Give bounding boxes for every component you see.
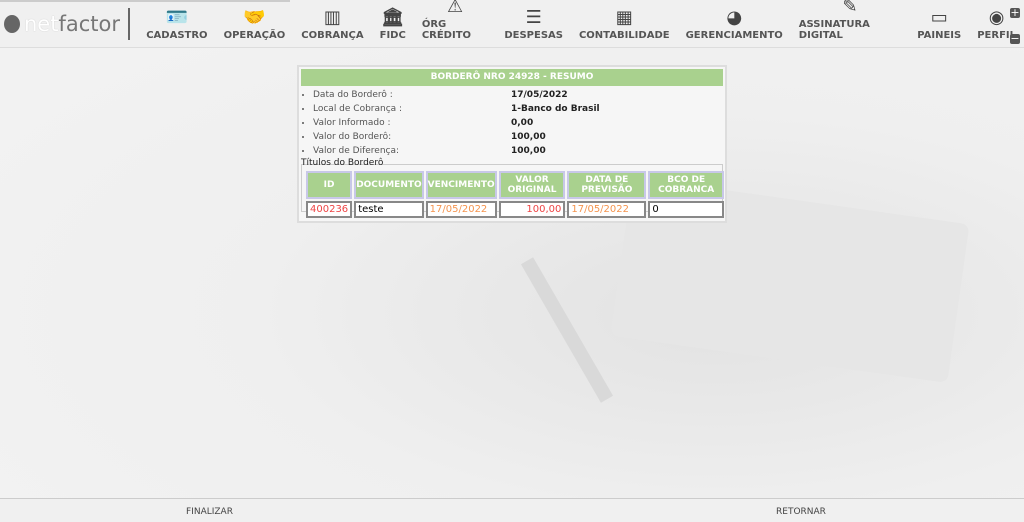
- column-header: DOCUMENTO: [354, 171, 424, 199]
- top-navbar: net factor 🪪 CADASTRO 🤝 OPERAÇÃO ▥ COBRANÇA 🏛 FI…: [0, 0, 1024, 48]
- summary-field: Valor do Borderô:100,00: [313, 130, 725, 144]
- bank-icon: 🏛: [381, 6, 405, 28]
- column-header: ID: [306, 171, 353, 199]
- nav-fidc[interactable]: 🏛 FIDC: [372, 6, 414, 48]
- column-header: VALOR ORIGINAL: [498, 171, 566, 199]
- nav-assinatura-digital[interactable]: ✎ ASSINATURA DIGITAL: [791, 0, 909, 48]
- table-row: 400236 teste 17/05/2022 100,00 17/05/2022 0: [306, 201, 724, 218]
- panel-title: BORDERÔ NRO 24928 - RESUMO: [301, 69, 723, 86]
- finalize-button[interactable]: FINALIZAR: [186, 507, 233, 517]
- section-label: Títulos do Borderô: [301, 158, 384, 168]
- titles-fieldset: ID DOCUMENTO VENCIMENTO VALOR ORIGINAL DATA …: [301, 164, 724, 218]
- summary-fields: Data do Borderô :17/05/2022Local de Cobr…: [299, 88, 725, 158]
- list-icon: ☰: [525, 6, 542, 28]
- zoom-in-icon[interactable]: +: [1010, 7, 1020, 18]
- table-cell-input[interactable]: 100,00: [498, 201, 566, 218]
- nav-despesas[interactable]: ☰ DESPESAS: [496, 6, 571, 48]
- barcode-icon: ▥: [323, 6, 341, 28]
- column-header: DATA DE PREVISÃO: [567, 171, 647, 199]
- nav-opera-o[interactable]: 🤝 OPERAÇÃO: [216, 6, 294, 48]
- return-button[interactable]: RETORNAR: [776, 507, 826, 517]
- table-cell-input[interactable]: teste: [354, 201, 424, 218]
- nav-gerenciamento[interactable]: ◕ GERENCIAMENTO: [678, 6, 791, 48]
- table-cell-input[interactable]: 17/05/2022: [567, 201, 647, 218]
- bordero-summary-panel: BORDERÔ NRO 24928 - RESUMO Data do Borde…: [297, 65, 727, 223]
- summary-field: Local de Cobrança :1-Banco do Brasil: [313, 102, 725, 116]
- footer-bar: FINALIZAR RETORNAR: [0, 498, 1024, 522]
- column-header: BCO DE COBRANCA: [648, 171, 724, 199]
- table-cell-input[interactable]: 17/05/2022: [425, 201, 497, 218]
- nav-cadastro[interactable]: 🪪 CADASTRO: [138, 6, 215, 48]
- divider: [128, 7, 131, 40]
- user-circle-icon: ◉: [988, 6, 1005, 28]
- netfactor-logo[interactable]: net factor: [0, 12, 126, 36]
- nav-cobran-a[interactable]: ▥ COBRANÇA: [293, 6, 371, 48]
- summary-field: Valor Informado :0,00: [313, 116, 725, 130]
- edit-icon: ✎: [842, 0, 858, 17]
- titles-table: ID DOCUMENTO VENCIMENTO VALOR ORIGINAL DATA …: [304, 169, 726, 220]
- nav--rg-cr-dito[interactable]: ⚠ ÓRG CRÉDITO: [414, 0, 497, 48]
- warning-icon: ⚠: [447, 0, 464, 17]
- zoom-out-icon[interactable]: −: [1010, 33, 1020, 44]
- column-header: VENCIMENTO: [425, 171, 497, 199]
- summary-field: Data do Borderô :17/05/2022: [313, 88, 725, 102]
- monitor-icon: ▭: [930, 6, 948, 28]
- calculator-icon: ▦: [615, 6, 633, 28]
- id-card-icon: 🪪: [165, 6, 189, 28]
- summary-field: Valor de Diferença:100,00: [313, 144, 725, 158]
- handshake-icon: 🤝: [243, 6, 266, 28]
- nav-contabilidade[interactable]: ▦ CONTABILIDADE: [571, 6, 678, 48]
- table-cell-input[interactable]: 400236: [306, 201, 353, 218]
- pie-chart-icon: ◕: [726, 6, 743, 28]
- table-cell-input[interactable]: 0: [648, 201, 724, 218]
- nav-paineis[interactable]: ▭ PAINEIS: [909, 6, 969, 48]
